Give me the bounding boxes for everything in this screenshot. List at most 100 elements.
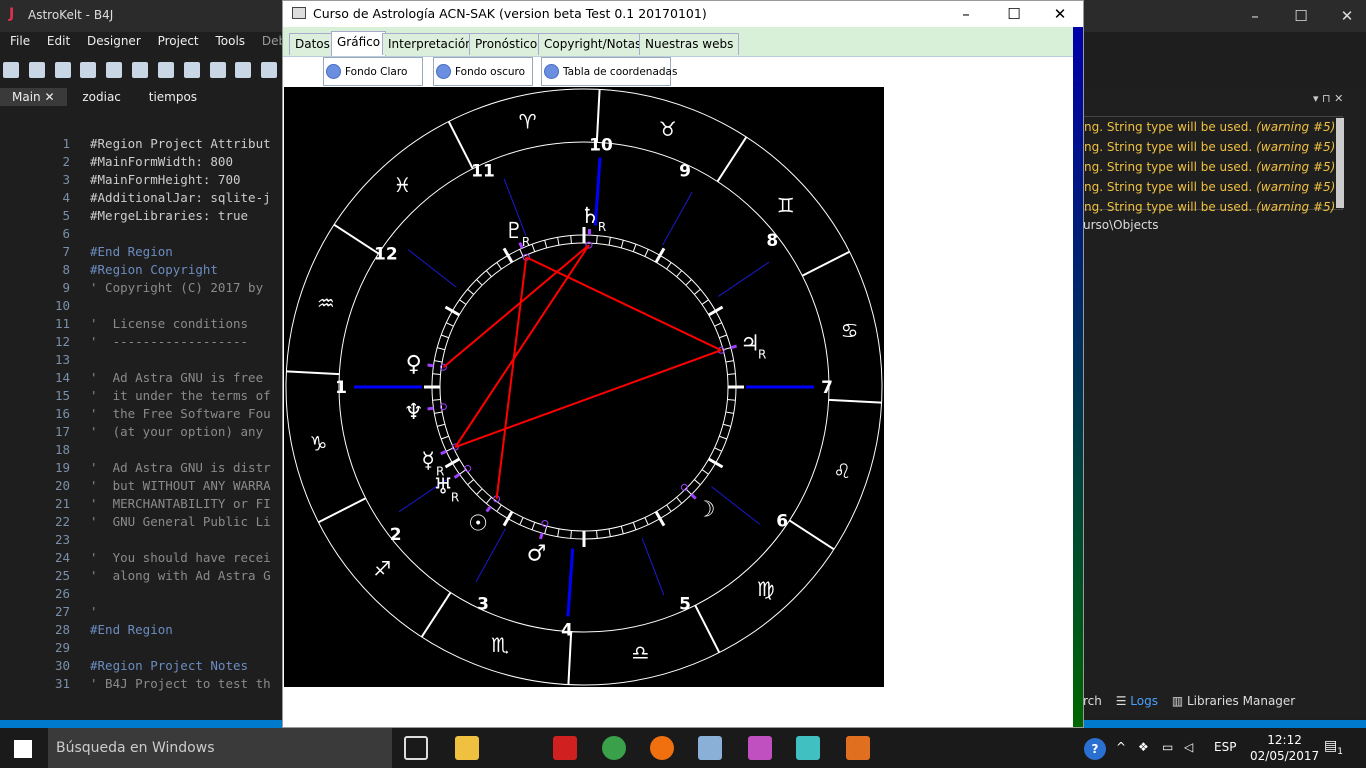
option-fondo-oscuro[interactable]: Fondo oscuro bbox=[433, 57, 533, 86]
tab-nuestras-webs[interactable]: Nuestras webs bbox=[639, 33, 740, 55]
ide-minimize-button[interactable]: – bbox=[1232, 4, 1278, 28]
menu-designer[interactable]: Designer bbox=[87, 34, 141, 48]
code-line[interactable]: ' but WITHOUT ANY WARRA bbox=[90, 478, 271, 493]
code-line[interactable]: #MainFormWidth: 800 bbox=[90, 154, 233, 169]
volume-icon[interactable]: ◁ bbox=[1184, 740, 1193, 754]
language-indicator[interactable]: ESP bbox=[1214, 740, 1236, 754]
back-icon[interactable] bbox=[235, 62, 252, 78]
code-editor[interactable]: 1 #Region Project Attribut 2 #MainFormWidth… bbox=[0, 134, 282, 714]
code-line[interactable]: ' You should have recei bbox=[90, 550, 271, 565]
option-tabla-coordenadas[interactable]: Tabla de coordenadas bbox=[541, 57, 677, 86]
tab-datos[interactable]: Datos bbox=[289, 33, 336, 55]
code-line[interactable]: #Region Copyright bbox=[90, 262, 218, 277]
panel-controls[interactable]: ▾ ⊓ ✕ bbox=[1313, 92, 1343, 105]
taskbar-clock[interactable]: 12:12 02/05/2017 bbox=[1250, 732, 1319, 764]
taskbar-search[interactable]: Búsqueda en Windows bbox=[48, 728, 392, 768]
menu-project[interactable]: Project bbox=[158, 34, 199, 48]
planet-glyph-sun: ☉ bbox=[468, 512, 488, 537]
save-all-icon[interactable] bbox=[80, 62, 97, 78]
menu-tools[interactable]: Tools bbox=[215, 34, 245, 48]
windows-start-icon[interactable] bbox=[14, 740, 32, 758]
code-line[interactable]: ' (at your option) any bbox=[90, 424, 263, 439]
warning-text: ng. String type will be used. bbox=[1084, 120, 1253, 134]
warning-text: ng. String type will be used. bbox=[1084, 200, 1253, 214]
code-line[interactable]: ' the Free Software Fou bbox=[90, 406, 271, 421]
tab-tiempos[interactable]: tiempos bbox=[137, 88, 209, 106]
warning-item[interactable]: ng. String type will be used. (warning #5… bbox=[1084, 200, 1334, 214]
app-maximize-button[interactable]: ☐ bbox=[991, 3, 1037, 25]
network-icon[interactable]: ▭ bbox=[1162, 740, 1173, 754]
code-line[interactable]: ' along with Ad Astra G bbox=[90, 568, 271, 583]
tab-grafico[interactable]: Gráfico bbox=[331, 31, 387, 56]
code-line[interactable]: #Region Project Notes bbox=[90, 658, 248, 673]
forward-icon[interactable] bbox=[261, 62, 278, 78]
firefox-icon[interactable] bbox=[650, 736, 674, 760]
notifications-icon[interactable]: ▤1 bbox=[1324, 738, 1343, 757]
code-line[interactable]: ' Ad Astra GNU is distr bbox=[90, 460, 271, 475]
dropbox-icon[interactable]: ❖ bbox=[1138, 740, 1149, 754]
tab-zodiac[interactable]: zodiac bbox=[70, 88, 133, 106]
new-file-icon[interactable] bbox=[3, 62, 19, 78]
warning-item[interactable]: ng. String type will be used. (warning #5… bbox=[1084, 140, 1334, 154]
open-folder-icon[interactable] bbox=[28, 62, 45, 78]
option-fondo-claro[interactable]: Fondo Claro bbox=[323, 57, 423, 86]
java-taskbar-icon[interactable] bbox=[846, 736, 870, 760]
copy-icon[interactable] bbox=[106, 62, 123, 78]
save-icon[interactable] bbox=[54, 62, 71, 78]
code-line[interactable]: #Region Project Attribut bbox=[90, 136, 271, 151]
task-view-icon[interactable] bbox=[404, 736, 428, 760]
code-line[interactable]: ' it under the terms of bbox=[90, 388, 271, 403]
code-line[interactable]: #End Region bbox=[90, 244, 173, 259]
tab-pronostico[interactable]: Pronóstico bbox=[469, 33, 544, 55]
tab-copyright-notas[interactable]: Copyright/Notas bbox=[538, 33, 648, 55]
tab-libraries-manager[interactable]: Libraries Manager bbox=[1187, 694, 1295, 708]
help-icon[interactable]: ? bbox=[1084, 738, 1106, 760]
ide-close-button[interactable]: ✕ bbox=[1324, 4, 1366, 28]
redo-icon[interactable] bbox=[209, 62, 226, 78]
code-line[interactable]: ' B4J Project to test th bbox=[90, 676, 271, 691]
menu-edit[interactable]: Edit bbox=[47, 34, 70, 48]
line-number: 1 bbox=[62, 136, 70, 151]
code-line[interactable]: #End Region bbox=[90, 622, 173, 637]
line-number: 29 bbox=[54, 640, 70, 655]
code-line[interactable]: ' GNU General Public Li bbox=[90, 514, 271, 529]
line-number: 6 bbox=[62, 226, 70, 241]
code-line[interactable]: ' MERCHANTABILITY or FI bbox=[90, 496, 271, 511]
planet-glyph-venus: ♀ bbox=[406, 352, 422, 377]
file-explorer-icon[interactable] bbox=[455, 736, 479, 760]
code-line[interactable]: ' Ad Astra GNU is free bbox=[90, 370, 263, 385]
code-line[interactable]: ' bbox=[90, 604, 98, 619]
app-minimize-button[interactable]: – bbox=[943, 3, 989, 25]
undo-icon[interactable] bbox=[183, 62, 200, 78]
code-line[interactable]: #MergeLibraries: true bbox=[90, 208, 248, 223]
code-line[interactable]: ' License conditions bbox=[90, 316, 248, 331]
code-line[interactable]: #MainFormHeight: 700 bbox=[90, 172, 241, 187]
zodiac-sign-glyph: ♌ bbox=[833, 459, 851, 483]
b4a-taskbar-icon[interactable] bbox=[796, 736, 820, 760]
app-close-button[interactable]: ✕ bbox=[1037, 3, 1083, 25]
app-icon[interactable] bbox=[698, 736, 722, 760]
tab-main[interactable]: Main ✕ bbox=[0, 88, 67, 106]
objects-path: urso\Objects bbox=[1083, 218, 1159, 232]
menu-file[interactable]: File bbox=[10, 34, 30, 48]
tab-interpretacion[interactable]: Interpretación bbox=[382, 33, 479, 55]
acrobat-icon[interactable] bbox=[553, 736, 577, 760]
line-number: 5 bbox=[62, 208, 70, 223]
b4j-taskbar-icon[interactable] bbox=[748, 736, 772, 760]
ide-maximize-button[interactable]: ☐ bbox=[1278, 4, 1324, 28]
warning-item[interactable]: ng. String type will be used. (warning #5… bbox=[1084, 120, 1334, 134]
code-line[interactable]: ' Copyright (C) 2017 by bbox=[90, 280, 263, 295]
code-line[interactable]: ' ------------------ bbox=[90, 334, 248, 349]
bottom-panel-tabs: rch ☰ Logs ▥ Libraries Manager bbox=[1083, 694, 1295, 708]
app-window-icon bbox=[292, 7, 306, 19]
cut-icon[interactable] bbox=[132, 62, 149, 78]
tab-search[interactable]: rch bbox=[1083, 694, 1102, 708]
warning-item[interactable]: ng. String type will be used. (warning #5… bbox=[1084, 180, 1334, 194]
tray-up-icon[interactable]: ^ bbox=[1116, 740, 1126, 754]
warning-item[interactable]: ng. String type will be used. (warning #5… bbox=[1084, 160, 1334, 174]
paste-icon[interactable] bbox=[157, 62, 174, 78]
code-line[interactable]: #AdditionalJar: sqlite-j bbox=[90, 190, 271, 205]
tab-logs[interactable]: Logs bbox=[1130, 694, 1158, 708]
chrome-icon[interactable] bbox=[602, 736, 626, 760]
warnings-scrollbar[interactable] bbox=[1336, 118, 1344, 208]
